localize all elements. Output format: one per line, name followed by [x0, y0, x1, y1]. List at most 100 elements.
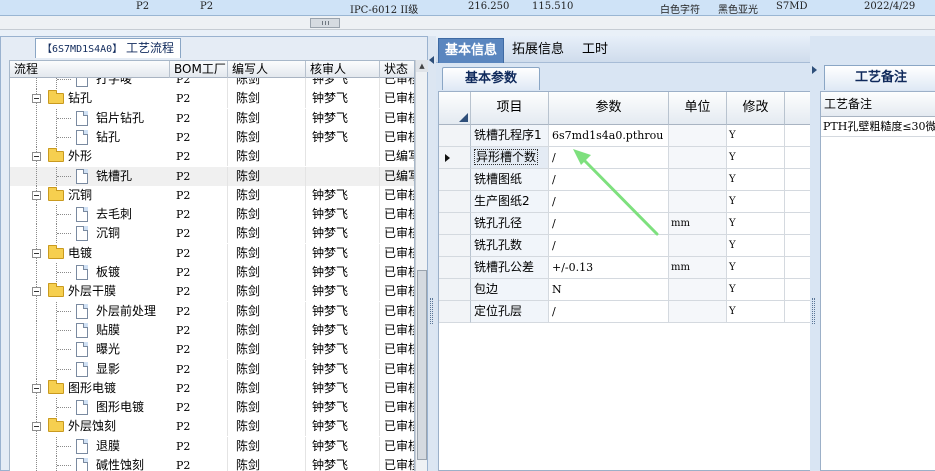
row-indicator[interactable] [439, 213, 471, 235]
status-cell[interactable]: 已审核 [380, 78, 414, 89]
param-item-cell[interactable]: 铣孔孔径 [471, 213, 549, 235]
param-unit-cell[interactable] [669, 191, 727, 213]
writer-cell[interactable]: 陈剑 [228, 456, 306, 471]
param-row[interactable]: 包边 N Y [439, 279, 815, 301]
tree-node-cell[interactable]: 显影 [10, 359, 170, 379]
tab-work-hours[interactable]: 工时 [576, 38, 614, 63]
writer-cell[interactable]: 陈剑 [228, 166, 306, 186]
bom-cell[interactable]: P2 [170, 147, 228, 167]
tree-folder-row[interactable]: 外层蚀刻 P2陈剑钟梦飞已审核 [10, 417, 414, 437]
status-cell[interactable]: 已审核 [380, 224, 414, 243]
bom-cell[interactable]: P2 [170, 89, 228, 109]
tree-folder-row[interactable]: 外层干膜 P2陈剑钟梦飞已审核 [10, 282, 414, 302]
writer-cell[interactable]: 陈剑 [228, 378, 306, 398]
status-cell[interactable]: 已审核 [380, 282, 414, 301]
reviewer-cell[interactable] [306, 147, 380, 167]
tree-node-cell[interactable]: 外层干膜 [10, 282, 170, 302]
tree-item-row[interactable]: 曝光 P2陈剑钟梦飞已审核 [10, 340, 414, 360]
param-value-cell[interactable]: / [549, 213, 669, 235]
tab-extended-info[interactable]: 拓展信息 [506, 38, 570, 63]
col-header-bom[interactable]: BOM工厂 [170, 61, 228, 78]
bom-cell[interactable]: P2 [170, 456, 228, 471]
param-row[interactable]: 铣孔孔径 / mm Y [439, 213, 815, 235]
param-row[interactable]: 生产图纸2 / Y [439, 191, 815, 213]
col-header-unit[interactable]: 单位 [669, 92, 727, 125]
writer-cell[interactable]: 陈剑 [228, 185, 306, 205]
tree-node-cell[interactable]: 图形电镀 [10, 378, 170, 398]
param-value-cell[interactable]: / [549, 191, 669, 213]
writer-cell[interactable]: 陈剑 [228, 78, 306, 89]
param-row[interactable]: 铣槽孔程序1 6s7md1s4a0.pthrou Y [439, 125, 815, 147]
tree-item-row[interactable]: 钻孔 P2陈剑钟梦飞已审核 [10, 127, 414, 147]
param-value-cell[interactable]: / [549, 147, 669, 169]
status-cell[interactable]: 已审核 [380, 379, 414, 398]
param-item-cell[interactable]: 铣孔孔数 [471, 235, 549, 257]
status-cell[interactable]: 已审核 [380, 456, 414, 471]
writer-cell[interactable]: 陈剑 [228, 205, 306, 225]
tree-item-row[interactable]: 铝片钻孔 P2陈剑钟梦飞已审核 [10, 108, 414, 128]
reviewer-cell[interactable]: 钟梦飞 [306, 282, 380, 302]
bom-cell[interactable]: P2 [170, 243, 228, 263]
row-indicator[interactable] [439, 125, 471, 147]
param-unit-cell[interactable] [669, 169, 727, 191]
bom-cell[interactable]: P2 [170, 166, 228, 186]
bom-cell[interactable]: P2 [170, 417, 228, 437]
param-item-cell[interactable]: 铣槽图纸 [471, 169, 549, 191]
reviewer-cell[interactable]: 钟梦飞 [306, 320, 380, 340]
tree-item-row[interactable]: 退膜 P2陈剑钟梦飞已审核 [10, 436, 414, 456]
param-value-cell[interactable]: / [549, 301, 669, 323]
collapse-toggle-icon[interactable] [32, 422, 41, 432]
param-unit-cell[interactable]: mm [669, 257, 727, 279]
writer-cell[interactable]: 陈剑 [228, 359, 306, 379]
reviewer-cell[interactable]: 钟梦飞 [306, 378, 380, 398]
param-row[interactable]: 异形槽个数 / Y [439, 147, 815, 169]
row-indicator[interactable] [439, 235, 471, 257]
bom-cell[interactable]: P2 [170, 263, 228, 282]
param-row[interactable]: 定位孔层 / Y [439, 301, 815, 323]
reviewer-cell[interactable]: 钟梦飞 [306, 359, 380, 379]
tree-node-cell[interactable]: 钻孔 [10, 127, 170, 147]
right-splitter-grip-icon[interactable] [812, 298, 815, 324]
param-value-cell[interactable]: / [549, 169, 669, 191]
row-indicator[interactable] [439, 257, 471, 279]
reviewer-cell[interactable]: 钟梦飞 [306, 340, 380, 360]
tree-folder-row[interactable]: 图形电镀 P2陈剑钟梦飞已审核 [10, 378, 414, 398]
tree-item-row[interactable]: 打字唛 P2陈剑钟梦飞已审核 [10, 78, 414, 89]
writer-cell[interactable]: 陈剑 [228, 243, 306, 263]
tree-node-cell[interactable]: 贴膜 [10, 320, 170, 340]
status-cell[interactable]: 已审核 [380, 302, 414, 321]
collapse-toggle-icon[interactable] [32, 383, 41, 393]
bom-cell[interactable]: P2 [170, 282, 228, 302]
reviewer-cell[interactable]: 钟梦飞 [306, 127, 380, 147]
bom-cell[interactable]: P2 [170, 320, 228, 340]
row-indicator[interactable] [439, 301, 471, 323]
reviewer-cell[interactable]: 钟梦飞 [306, 301, 380, 321]
status-cell[interactable]: 已编写 [380, 147, 414, 166]
tree-node-cell[interactable]: 电镀 [10, 243, 170, 263]
bom-cell[interactable]: P2 [170, 224, 228, 244]
bom-cell[interactable]: P2 [170, 359, 228, 379]
tree-node-cell[interactable]: 钻孔 [10, 89, 170, 109]
reviewer-cell[interactable]: 钟梦飞 [306, 89, 380, 109]
bom-cell[interactable]: P2 [170, 398, 228, 418]
top-horizontal-scrollbar[interactable] [0, 16, 935, 30]
tree-node-cell[interactable]: 打字唛 [10, 78, 170, 89]
writer-cell[interactable]: 陈剑 [228, 282, 306, 302]
reviewer-cell[interactable]: 钟梦飞 [306, 108, 380, 128]
param-modify-cell[interactable]: Y [727, 235, 785, 257]
tree-node-cell[interactable]: 图形电镀 [10, 398, 170, 418]
writer-cell[interactable]: 陈剑 [228, 89, 306, 109]
col-header-param[interactable]: 参数 [549, 92, 669, 125]
param-value-cell[interactable]: +/-0.13 [549, 257, 669, 279]
tree-item-row[interactable]: 显影 P2陈剑钟梦飞已审核 [10, 359, 414, 379]
bom-cell[interactable]: P2 [170, 378, 228, 398]
tree-node-cell[interactable]: 碱性蚀刻 [10, 456, 170, 471]
reviewer-cell[interactable]: 钟梦飞 [306, 398, 380, 418]
param-value-cell[interactable]: N [549, 279, 669, 301]
status-cell[interactable]: 已编写 [380, 167, 414, 186]
row-indicator[interactable] [439, 191, 471, 213]
status-cell[interactable]: 已审核 [380, 437, 414, 456]
reviewer-cell[interactable] [306, 166, 380, 186]
bom-cell[interactable]: P2 [170, 436, 228, 456]
param-unit-cell[interactable] [669, 235, 727, 257]
